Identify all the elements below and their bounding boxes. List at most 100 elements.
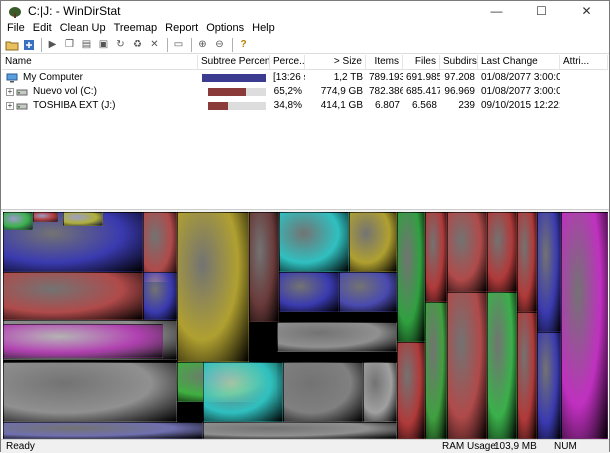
expand-icon[interactable]: + — [6, 102, 14, 110]
cmd-icon[interactable]: ▣ — [96, 37, 111, 52]
row-attributes — [560, 99, 608, 113]
col-last-change[interactable]: Last Change — [478, 55, 560, 70]
row-items: 782.386 — [369, 86, 403, 97]
col-attributes[interactable]: Attri... — [560, 55, 608, 70]
subtree-percent-bar — [208, 88, 266, 96]
row-name: My Computer — [23, 72, 84, 83]
treemap-tile[interactable] — [537, 212, 561, 332]
treemap-tile[interactable] — [537, 332, 561, 439]
list-row[interactable]: My Computer [13:26 s] 1,2 TB 789.193691.985… — [2, 71, 608, 85]
menu-help[interactable]: Help — [248, 21, 279, 36]
subtree-percent-fill — [208, 88, 246, 96]
treemap-tile[interactable] — [561, 212, 608, 439]
col-files[interactable]: Files — [403, 55, 440, 70]
directory-list[interactable]: Name Subtree Percent... Perce... > Size … — [2, 55, 608, 209]
maximize-button[interactable]: ☐ — [519, 1, 564, 21]
title-bar[interactable]: C:|J: - WinDirStat — ☐ ✕ — [1, 1, 609, 21]
close-button[interactable]: ✕ — [564, 1, 609, 21]
status-text: Ready — [6, 441, 35, 452]
treemap-tile[interactable] — [517, 312, 537, 439]
treemap-tile[interactable] — [279, 212, 349, 272]
treemap-tile[interactable] — [63, 212, 103, 226]
row-files: 6.568 — [411, 100, 437, 111]
menu-file[interactable]: File — [3, 21, 29, 36]
treemap-tile[interactable] — [203, 362, 283, 422]
delete-icon[interactable]: ✕ — [147, 37, 162, 52]
row-size: 774,9 GB — [320, 86, 363, 97]
row-percent: [13:26 s] — [273, 72, 305, 83]
new-folder-icon[interactable]: ▭ — [171, 37, 186, 52]
treemap-tile[interactable] — [349, 212, 397, 272]
treemap-tile[interactable] — [3, 324, 163, 358]
zoom-out-icon[interactable]: ⊖ — [212, 37, 227, 52]
treemap-tile[interactable] — [203, 422, 397, 439]
app-window: C:|J: - WinDirStat — ☐ ✕ File Edit Clean… — [0, 0, 610, 453]
treemap[interactable] — [3, 212, 608, 439]
drive-icon — [16, 103, 28, 110]
subtree-percent-fill — [208, 102, 229, 110]
menu-edit[interactable]: Edit — [29, 21, 56, 36]
treemap-tile[interactable] — [3, 362, 177, 422]
row-attributes — [560, 85, 608, 99]
treemap-tile[interactable] — [33, 212, 58, 222]
minimize-button[interactable]: — — [474, 1, 519, 21]
treemap-tile[interactable] — [447, 212, 487, 292]
col-percent[interactable]: Perce... — [270, 55, 305, 70]
row-subdirs: 97.208 — [444, 72, 475, 83]
row-items: 6.807 — [374, 100, 400, 111]
recycle-icon[interactable]: ♻ — [130, 37, 145, 52]
explorer-icon[interactable]: ▤ — [79, 37, 94, 52]
row-last-change: 01/08/2077 3:00:00 — [481, 72, 560, 83]
treemap-tile[interactable] — [487, 292, 517, 439]
treemap-tile[interactable] — [249, 212, 279, 322]
treemap-tile[interactable] — [339, 272, 397, 312]
window-title: C:|J: - WinDirStat — [28, 4, 121, 18]
row-subdirs: 96.969 — [444, 86, 475, 97]
col-subtree-percent[interactable]: Subtree Percent... — [198, 55, 270, 70]
treemap-tile[interactable] — [517, 212, 537, 312]
menu-cleanup[interactable]: Clean Up — [56, 21, 110, 36]
treemap-tile[interactable] — [425, 212, 447, 302]
col-subdirs[interactable]: Subdirs — [440, 55, 478, 70]
list-row[interactable]: + TOSHIBA EXT (J:) 34,8% 414,1 GB 6.807 6.568… — [2, 99, 608, 113]
treemap-tile[interactable] — [177, 212, 249, 362]
treemap-tile[interactable] — [283, 362, 363, 422]
list-row[interactable]: + Nuevo vol (C:) 65,2% 774,9 GB 782.386 685.4… — [2, 85, 608, 99]
treemap-tile[interactable] — [143, 272, 177, 320]
col-name[interactable]: Name — [2, 55, 198, 70]
treemap-tile[interactable] — [397, 212, 425, 342]
app-icon — [9, 7, 21, 18]
treemap-tile[interactable] — [487, 212, 517, 292]
treemap-tile[interactable] — [3, 272, 143, 320]
treemap-tile[interactable] — [425, 302, 447, 439]
play-icon[interactable]: ▶ — [45, 37, 60, 52]
row-last-change: 01/08/2077 3:00:00 — [481, 86, 560, 97]
treemap-tile[interactable] — [279, 272, 339, 312]
row-attributes — [560, 71, 608, 85]
expand-icon[interactable]: + — [6, 88, 14, 96]
col-size[interactable]: > Size — [305, 55, 366, 70]
zoom-in-icon[interactable]: ⊕ — [195, 37, 210, 52]
menu-treemap[interactable]: Treemap — [110, 21, 162, 36]
toolbar-separator — [167, 37, 168, 52]
row-percent: 65,2% — [273, 86, 302, 97]
list-header: Name Subtree Percent... Perce... > Size … — [2, 55, 608, 70]
open-folder-icon[interactable] — [4, 37, 19, 52]
row-size: 1,2 TB — [333, 72, 363, 83]
col-items[interactable]: Items — [366, 55, 403, 70]
menu-options[interactable]: Options — [202, 21, 248, 36]
drive-icon — [16, 89, 28, 96]
treemap-tile[interactable] — [447, 292, 487, 439]
refresh-selected-icon[interactable]: ↻ — [113, 37, 128, 52]
subtree-percent-bar — [202, 74, 266, 82]
treemap-tile[interactable] — [363, 362, 397, 422]
row-name: Nuevo vol (C:) — [33, 86, 97, 97]
help-icon[interactable]: ? — [236, 37, 251, 52]
refresh-icon[interactable] — [21, 37, 36, 52]
treemap-tile[interactable] — [277, 322, 397, 352]
copy-icon[interactable]: ❐ — [62, 37, 77, 52]
menu-report[interactable]: Report — [161, 21, 202, 36]
treemap-tile[interactable] — [397, 342, 425, 439]
treemap-tile[interactable] — [3, 422, 203, 439]
treemap-tile[interactable] — [3, 212, 33, 230]
